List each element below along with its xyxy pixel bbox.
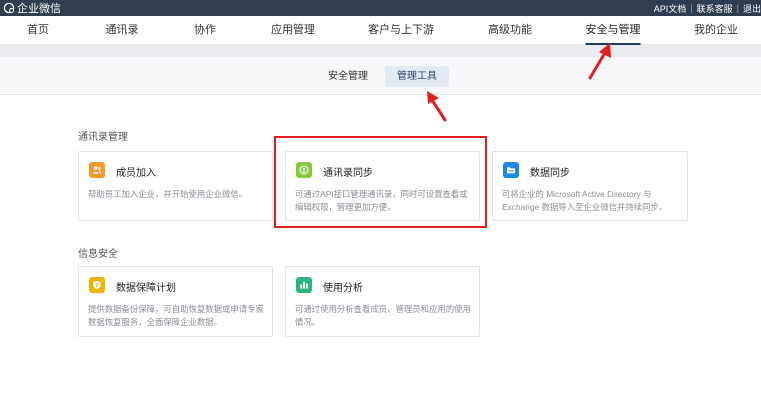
nav-my-enterprise[interactable]: 我的企业 bbox=[694, 16, 738, 45]
tab-management-tools[interactable]: 管理工具 bbox=[385, 66, 449, 87]
card-title: 成员加入 bbox=[116, 168, 156, 179]
nav-separator-band bbox=[0, 45, 761, 57]
card-title: 使用分析 bbox=[323, 283, 363, 294]
data-sync-icon bbox=[503, 162, 519, 178]
api-docs-link[interactable]: API文档 bbox=[654, 2, 687, 15]
annotation-arrow-icon bbox=[588, 43, 611, 80]
logo-text: 企业微信 bbox=[17, 3, 61, 15]
logo[interactable]: 企业微信 bbox=[3, 1, 61, 15]
section-title-information-security: 信息安全 bbox=[78, 249, 118, 260]
divider: | bbox=[690, 3, 693, 13]
nav-advanced-features[interactable]: 高级功能 bbox=[488, 16, 532, 45]
tab-security-management[interactable]: 安全管理 bbox=[316, 66, 380, 87]
nav-app-management[interactable]: 应用管理 bbox=[271, 16, 315, 45]
card-data-sync[interactable]: 数据同步 可将企业的 Microsoft Active Directory 与 … bbox=[492, 151, 688, 221]
top-bar: 企业微信 API文档 | 联系客服 | 退出 bbox=[0, 0, 761, 16]
data-protection-icon bbox=[89, 277, 105, 293]
card-description: 可将企业的 Microsoft Active Directory 与 Excha… bbox=[502, 189, 668, 212]
main-nav: 首页 通讯录 协作 应用管理 客户与上下游 高级功能 安全与管理 我的企业 bbox=[0, 16, 761, 45]
logout-link[interactable]: 退出 bbox=[743, 2, 761, 15]
sub-tabs: 安全管理 管理工具 bbox=[0, 57, 761, 95]
card-title: 数据同步 bbox=[530, 168, 570, 179]
card-title: 数据保障计划 bbox=[116, 283, 176, 294]
nav-collaboration[interactable]: 协作 bbox=[194, 16, 216, 45]
card-usage-analysis[interactable]: 使用分析 可通过使用分析查看成员、管理员和应用的使用情况。 bbox=[285, 266, 480, 337]
divider: | bbox=[736, 3, 739, 13]
nav-security-management[interactable]: 安全与管理 bbox=[585, 16, 641, 45]
nav-contacts[interactable]: 通讯录 bbox=[106, 16, 139, 45]
card-description: 可通过使用分析查看成员、管理员和应用的使用情况。 bbox=[295, 304, 471, 327]
nav-customers-partners[interactable]: 客户与上下游 bbox=[368, 16, 434, 45]
contact-support-link[interactable]: 联系客服 bbox=[697, 2, 733, 15]
annotation-arrow-icon bbox=[427, 91, 447, 122]
card-data-protection[interactable]: 数据保障计划 提供数据备份保障，可自助恢复数据或申请专家数据恢复服务，全面保障企… bbox=[78, 266, 273, 337]
card-member-join[interactable]: 成员加入 帮助员工加入企业，并开始使用企业微信。 bbox=[78, 151, 273, 221]
usage-analysis-icon bbox=[296, 277, 312, 293]
card-description: 帮助员工加入企业，并开始使用企业微信。 bbox=[88, 189, 248, 199]
card-description: 提供数据备份保障，可自助恢复数据或申请专家数据恢复服务，全面保障企业数据。 bbox=[88, 304, 264, 327]
wecom-logo-icon bbox=[3, 2, 15, 14]
nav-home[interactable]: 首页 bbox=[27, 16, 49, 45]
member-join-icon bbox=[89, 162, 105, 178]
highlight-box bbox=[274, 136, 487, 228]
section-title-contacts-management: 通讯录管理 bbox=[78, 132, 128, 143]
top-links: API文档 | 联系客服 | 退出 bbox=[654, 1, 761, 15]
